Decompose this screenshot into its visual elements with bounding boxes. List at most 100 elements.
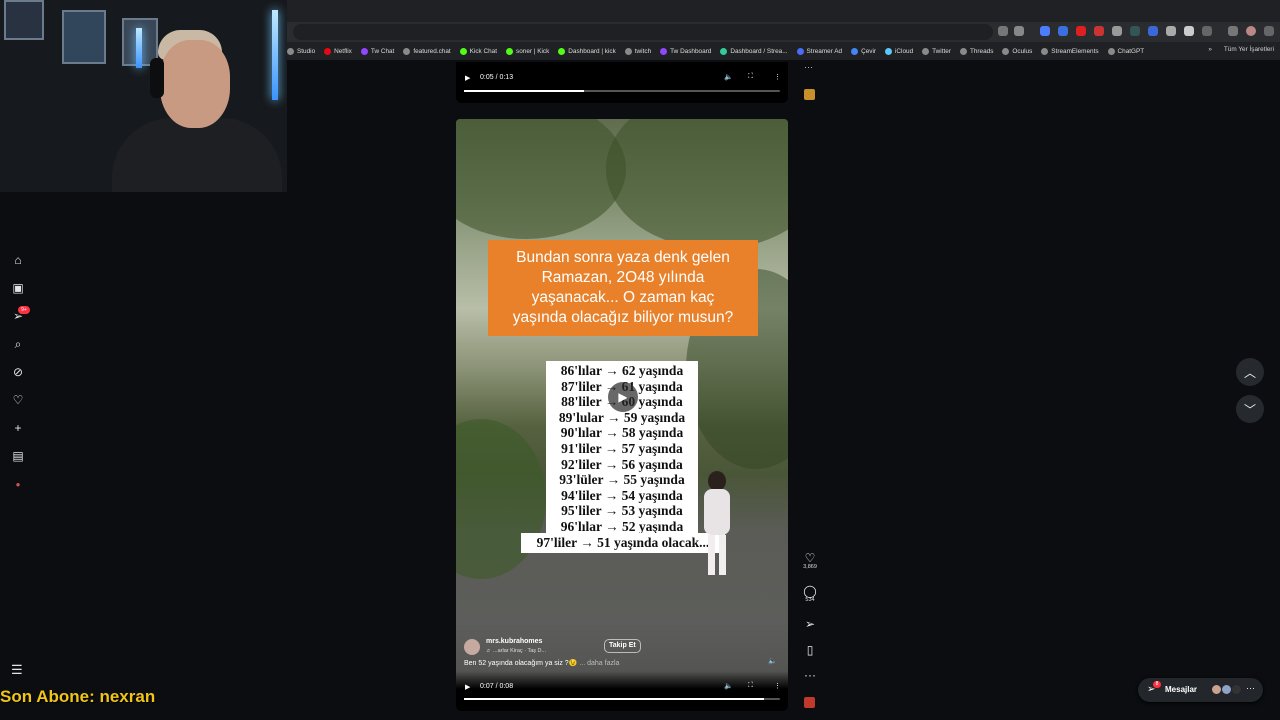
extension-icon[interactable] — [1076, 26, 1086, 36]
age-list-line: 86'lılar → 62 yaşında — [560, 363, 684, 378]
bookmark-item[interactable]: ChatGPT — [1107, 47, 1144, 55]
follow-button[interactable]: Takip Et — [604, 639, 641, 653]
extension-icon[interactable] — [1166, 26, 1176, 36]
caption-text: Ben 52 yaşında olacağım ya siz ?😉 — [464, 660, 578, 667]
video-progress-bar[interactable] — [464, 90, 780, 92]
bookmarks-overflow-button[interactable]: » — [1208, 46, 1212, 53]
bookmark-item[interactable]: soner | Kick — [506, 47, 549, 55]
bookmark-item[interactable]: StreamElements — [1041, 47, 1099, 55]
audio-info[interactable]: ♬ ...arlar Kiraç · Taş D... — [486, 648, 546, 654]
tab-search-icon[interactable] — [1228, 26, 1238, 36]
bookmark-item[interactable]: Oculus — [1002, 47, 1032, 55]
reel-author-row: mrs.kubrahomes ♬ ...arlar Kiraç · Taş D.… — [464, 637, 764, 657]
share-button[interactable]: ➢ — [798, 618, 822, 630]
comment-button[interactable]: ◯ 534 — [798, 585, 822, 603]
mute-icon[interactable]: 🔈 — [768, 657, 777, 665]
more-menu-icon[interactable]: ☰ — [11, 662, 23, 678]
author-username[interactable]: mrs.kubrahomes — [486, 638, 542, 645]
search-icon[interactable]: ⌕ — [11, 337, 25, 351]
bookmark-item[interactable]: featured.chat — [403, 47, 451, 55]
bookmark-item[interactable]: Studio — [287, 47, 315, 55]
previous-reel-player: ▶ 0:05 / 0:13 🔈 ⛶ ⋮ — [456, 62, 788, 103]
bookmark-item[interactable]: Tw Dashboard — [660, 47, 711, 55]
avatar — [1231, 684, 1242, 695]
question-line: Bundan sonra yaza denk gelen — [516, 249, 730, 266]
comment-icon: ◯ — [803, 584, 817, 598]
age-list-line: 92'liler → 56 yaşında — [561, 456, 683, 472]
bookmark-item[interactable]: Threads — [959, 47, 993, 55]
reels-icon[interactable]: ▣ — [11, 281, 25, 295]
extension-icon[interactable] — [1058, 26, 1068, 36]
messages-pill[interactable]: ➢ 8 Mesajlar ··· — [1138, 678, 1263, 702]
more-options-icon[interactable]: ⋮ — [774, 682, 781, 690]
age-list-line: 90'lılar → 58 yaşında — [560, 425, 684, 441]
profile-avatar-icon[interactable] — [1246, 26, 1256, 36]
more-options-icon[interactable]: ··· — [804, 62, 813, 72]
bookmark-item[interactable]: Çevir — [851, 47, 876, 55]
like-button[interactable]: ♡ 3,869 — [798, 552, 822, 570]
bookmark-item[interactable]: Tw Chat — [360, 47, 394, 55]
bookmark-item[interactable]: Streamer Ad — [796, 47, 842, 55]
age-list-line: 91'liler → 57 yaşında — [561, 440, 683, 456]
bookmark-item[interactable]: iCloud — [885, 47, 913, 55]
bookmark-item[interactable]: Twitter — [922, 47, 951, 55]
bookmark-item[interactable]: Dashboard / Strea... — [720, 47, 788, 55]
extension-icon[interactable] — [1040, 26, 1050, 36]
video-progress-bar[interactable] — [464, 698, 780, 700]
shield-icon[interactable] — [1184, 26, 1194, 36]
more-options-icon: ··· — [1246, 683, 1255, 693]
notifications-icon[interactable]: ♡ — [11, 393, 25, 407]
profile-icon[interactable]: ● — [11, 477, 25, 491]
all-bookmarks-folder[interactable]: Tüm Yer İşaretleri — [1224, 46, 1274, 53]
bookmarks-bar: Studio Netflix Tw Chat featured.chat Kic… — [287, 42, 1280, 60]
play-icon[interactable]: ▶ — [465, 74, 470, 82]
author-avatar[interactable] — [464, 639, 480, 655]
age-list-line: 95'liler → 53 yaşında — [561, 503, 683, 519]
home-icon[interactable]: ⌂ — [11, 253, 25, 267]
more-button[interactable]: ··· — [798, 669, 822, 681]
previous-reel-button[interactable]: ︿ — [1236, 358, 1264, 386]
extension-icon[interactable] — [1148, 26, 1158, 36]
kebab-menu-icon[interactable] — [1264, 26, 1274, 36]
messages-badge: 8 — [1153, 681, 1161, 688]
bookmark-item[interactable]: Kick Chat — [459, 47, 497, 55]
caption-more-link[interactable]: ... daha fazla — [579, 660, 619, 667]
dashboard-icon[interactable]: ▤ — [11, 449, 25, 463]
create-icon[interactable]: + — [11, 421, 25, 435]
play-button-icon[interactable]: ▶ — [608, 382, 638, 412]
audio-thumbnail[interactable] — [804, 89, 815, 100]
volume-icon[interactable]: 🔈 — [724, 682, 733, 690]
question-line: yaşında olacağız biliyor musun? — [512, 309, 734, 326]
streamer-face — [160, 40, 230, 128]
fullscreen-icon[interactable]: ⛶ — [748, 682, 753, 690]
extension-icon[interactable] — [1112, 26, 1122, 36]
age-list-line: 89'lular → 59 yaşında — [558, 409, 686, 425]
cast-icon[interactable] — [998, 26, 1008, 36]
omnibox[interactable] — [293, 24, 993, 40]
light-bar — [136, 28, 142, 68]
play-icon[interactable]: ▶ — [465, 683, 470, 691]
bookmark-item[interactable]: Netflix — [324, 47, 352, 55]
puzzle-icon[interactable] — [1202, 26, 1212, 36]
more-options-icon[interactable]: ⋮ — [774, 73, 781, 81]
reel-video[interactable]: Bundan sonra yaza denk gelen Ramazan, 2O… — [456, 119, 788, 711]
bookmark-item[interactable]: Dashboard | kick — [558, 47, 616, 55]
explore-icon[interactable]: ⊘ — [11, 365, 25, 379]
light-bar — [272, 10, 278, 100]
messages-label: Mesajlar — [1165, 685, 1198, 694]
bookmark-star-icon[interactable] — [1014, 26, 1024, 36]
video-time: 0:05 / 0:13 — [480, 74, 514, 81]
hedge — [456, 419, 546, 579]
extension-icon[interactable] — [1094, 26, 1104, 36]
fullscreen-icon[interactable]: ⛶ — [748, 73, 753, 81]
send-icon: ➢ — [804, 617, 816, 631]
audio-thumbnail[interactable] — [804, 697, 815, 708]
like-count: 3,869 — [803, 564, 817, 570]
save-button[interactable]: ▯ — [798, 644, 822, 656]
bookmark-item[interactable]: twitch — [624, 47, 651, 55]
volume-icon[interactable]: 🔈 — [724, 73, 733, 81]
age-list-line: 94'liler → 54 yaşında — [561, 487, 683, 503]
reel-controls-bg — [456, 671, 788, 711]
next-reel-button[interactable]: ﹀ — [1236, 395, 1264, 423]
extension-icon[interactable] — [1130, 26, 1140, 36]
